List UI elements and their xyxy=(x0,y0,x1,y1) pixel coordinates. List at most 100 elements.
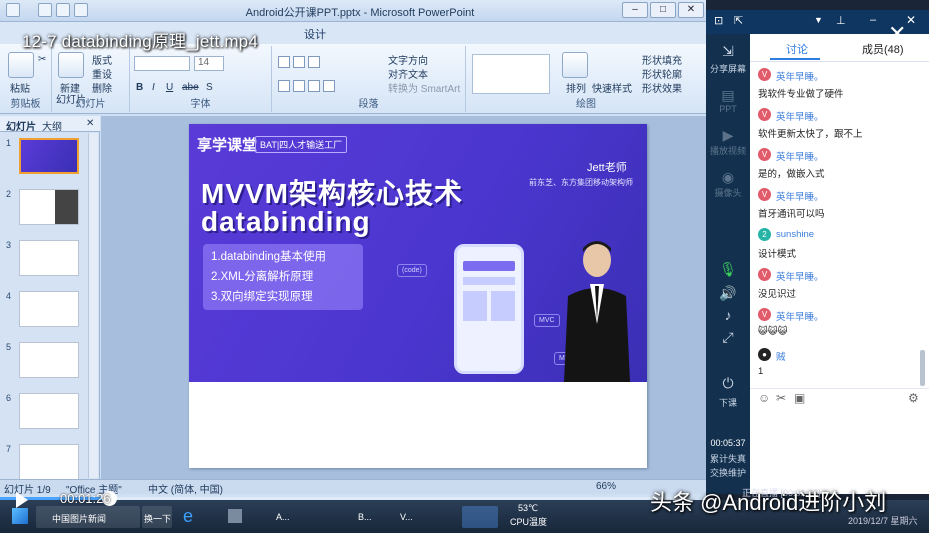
tab-design[interactable]: 设计 xyxy=(304,26,326,42)
panel-scrollbar[interactable] xyxy=(88,133,98,478)
arrange-button[interactable]: 排列 xyxy=(566,80,586,95)
text-direction-button[interactable]: 文字方向 xyxy=(388,52,428,67)
message-author[interactable]: 贼 xyxy=(776,349,786,363)
font-size-field[interactable]: 14 xyxy=(194,56,224,71)
shape-effect-button[interactable]: 形状效果 xyxy=(642,80,682,95)
shapes-gallery[interactable] xyxy=(472,54,550,94)
avatar[interactable]: 2 xyxy=(758,228,771,241)
slide-thumbnail[interactable] xyxy=(19,444,79,480)
bold-button[interactable]: B xyxy=(136,82,143,93)
close-panel-icon[interactable]: ✕ xyxy=(86,118,94,129)
smartart-button[interactable]: 转换为 SmartArt xyxy=(388,80,460,95)
tab-slides[interactable]: 幻灯片 xyxy=(6,118,36,133)
camera-button[interactable]: 摄像头 xyxy=(706,186,750,199)
share-screen-button[interactable]: 分享屏幕 xyxy=(706,62,750,75)
align-icons[interactable] xyxy=(278,80,336,93)
app-icon[interactable] xyxy=(6,3,20,17)
strike-button[interactable]: abe xyxy=(182,82,199,93)
current-slide[interactable]: 享学课堂 BAT|四人才输送工厂 Jett老师 前东芝、东方集团移动架构师 MV… xyxy=(189,124,647,468)
zoom-level[interactable]: 66% xyxy=(596,481,616,492)
close-video-icon[interactable]: ✕ xyxy=(888,21,906,47)
play-video-button[interactable]: 播放视频 xyxy=(706,144,750,157)
avatar[interactable]: V xyxy=(758,108,771,121)
arrange-icon[interactable] xyxy=(562,52,588,78)
redo-icon[interactable] xyxy=(74,3,88,17)
italic-button[interactable]: I xyxy=(152,82,155,93)
reset-button[interactable]: 重设 xyxy=(92,66,112,81)
popout-icon[interactable]: ⇱ xyxy=(734,14,743,27)
taskbar-item[interactable]: B... xyxy=(338,506,374,528)
powerpoint-taskbar-item[interactable] xyxy=(462,506,498,528)
bullets-icon[interactable] xyxy=(278,56,321,69)
message-author[interactable]: 英年早睡。 xyxy=(776,189,824,203)
avatar[interactable]: V xyxy=(758,268,771,281)
new-slide-icon[interactable] xyxy=(58,52,84,78)
shape-outline-button[interactable]: 形状轮廓 xyxy=(642,66,682,81)
start-icon[interactable] xyxy=(12,508,28,524)
tab-outline[interactable]: 大纲 xyxy=(42,118,62,133)
ppt-icon[interactable]: ▤ xyxy=(718,86,738,104)
emoji-icon[interactable]: ☺ xyxy=(758,391,770,405)
pin-icon[interactable]: ⊡ xyxy=(714,14,723,27)
share-screen-icon[interactable]: ⇲ xyxy=(718,42,738,60)
app-icon[interactable] xyxy=(228,509,242,523)
taskbar-item[interactable]: 中国图片新闻 xyxy=(36,506,140,528)
slide-thumbnail[interactable] xyxy=(19,393,79,429)
avatar[interactable]: V xyxy=(758,68,771,81)
avatar[interactable]: ● xyxy=(758,348,771,361)
quick-styles-button[interactable]: 快速样式 xyxy=(592,80,632,95)
play-video-icon[interactable]: ▶ xyxy=(718,126,738,144)
slide-thumbnail[interactable] xyxy=(19,138,79,174)
delete-button[interactable]: 删除 xyxy=(92,80,112,95)
scissors-icon[interactable]: ✂ xyxy=(776,391,786,405)
avatar[interactable]: V xyxy=(758,148,771,161)
avatar[interactable]: V xyxy=(758,308,771,321)
topmost-icon[interactable]: ⊥ xyxy=(836,14,846,27)
taskbar-item[interactable]: V... xyxy=(380,506,416,528)
slide-thumbnail[interactable] xyxy=(19,342,79,378)
avatar[interactable]: V xyxy=(758,188,771,201)
end-class-button[interactable]: 下课 xyxy=(706,396,750,409)
undo-icon[interactable] xyxy=(56,3,70,17)
message-author[interactable]: 英年早睡。 xyxy=(776,269,824,283)
language[interactable]: 中文 (简体, 中国) xyxy=(148,481,223,496)
underline-button[interactable]: U xyxy=(166,82,173,93)
shadow-button[interactable]: S xyxy=(206,82,213,93)
message-author[interactable]: sunshine xyxy=(776,229,814,240)
close-window-button[interactable]: ✕ xyxy=(678,2,704,18)
message-author[interactable]: 英年早睡。 xyxy=(776,69,824,83)
play-icon[interactable] xyxy=(16,492,28,508)
slide-thumbnail[interactable] xyxy=(19,240,79,276)
maximize-button[interactable]: □ xyxy=(650,2,676,18)
message-author[interactable]: 英年早睡。 xyxy=(776,109,824,123)
slide-thumbnail[interactable] xyxy=(19,189,79,225)
message-author[interactable]: 英年早睡。 xyxy=(776,149,824,163)
end-class-icon[interactable]: ⏻ xyxy=(718,374,738,392)
tab-discussion[interactable]: 讨论 xyxy=(786,41,808,57)
taskbar-item[interactable]: 换一下 xyxy=(142,506,172,528)
minimize-chat-icon[interactable]: – xyxy=(870,14,876,26)
ppt-button[interactable]: PPT xyxy=(706,104,750,114)
image-icon[interactable]: ▣ xyxy=(794,391,805,405)
settings-icon[interactable]: ⚙ xyxy=(908,391,919,405)
ie-icon[interactable]: e xyxy=(183,506,193,527)
speaker-icon[interactable]: 🔊 xyxy=(718,284,738,302)
dropdown-icon[interactable]: ▼ xyxy=(814,15,823,25)
mic-icon[interactable]: 🎙 xyxy=(718,260,738,278)
save-icon[interactable] xyxy=(38,3,52,17)
paste-button[interactable]: 粘贴 xyxy=(10,80,30,95)
shape-fill-button[interactable]: 形状填充 xyxy=(642,52,682,67)
minimize-button[interactable]: – xyxy=(622,2,648,18)
chat-scrollbar[interactable] xyxy=(920,350,925,386)
message-author[interactable]: 英年早睡。 xyxy=(776,309,824,323)
expand-icon[interactable]: ⤢ xyxy=(718,328,738,346)
paste-icon[interactable] xyxy=(8,52,34,78)
slide-thumbnail[interactable] xyxy=(19,291,79,327)
taskbar-item[interactable]: A... xyxy=(256,506,292,528)
layout-button[interactable]: 版式 xyxy=(92,52,112,67)
align-text-button[interactable]: 对齐文本 xyxy=(388,66,428,81)
close-chat-icon[interactable]: ✕ xyxy=(906,13,916,27)
font-name-field[interactable] xyxy=(134,56,190,71)
music-icon[interactable]: ♪ xyxy=(718,306,738,324)
camera-icon[interactable]: ◉ xyxy=(718,168,738,186)
